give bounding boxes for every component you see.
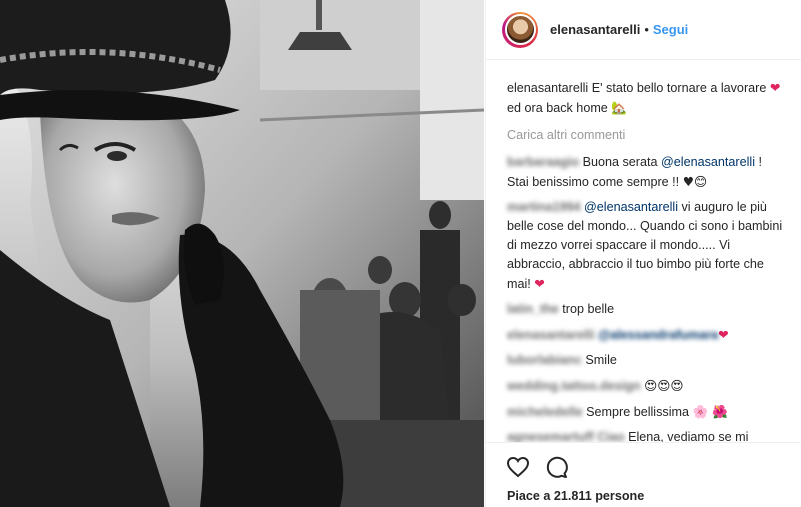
heart-emoji: ❤: [718, 327, 729, 342]
comment-username[interactable]: latin_the: [507, 302, 559, 316]
comment-mention[interactable]: @elenasantarelli: [661, 155, 755, 169]
comment-item: latin_the trop belle: [507, 300, 786, 319]
comment-icon[interactable]: [544, 455, 568, 479]
load-more-comments-link[interactable]: Carica altri commenti: [507, 126, 786, 145]
post-actions: Piace a 21.811 persone: [486, 442, 801, 507]
comment-item: agnesemartuff Ciao Elena, vediamo se mi …: [507, 428, 786, 442]
comment-emoji: ♥😊: [682, 174, 708, 189]
photo-illustration: [0, 0, 484, 507]
comment-item: martina1994 @elenasantarelli vi auguro l…: [507, 198, 786, 294]
comment-text: Smile: [585, 353, 617, 367]
comment-item: luborlabianc Smile: [507, 351, 786, 370]
comment-username[interactable]: martina1994: [507, 200, 581, 214]
post-caption: elenasantarelli E' stato bello tornare a…: [507, 78, 786, 118]
comment-username[interactable]: agnesemartuff Ciao: [507, 430, 625, 442]
comment-text: Sempre bellissima: [586, 405, 693, 419]
comment-item: elenasantarelli @alessandrafumara❤: [507, 325, 786, 345]
heart-emoji: ❤: [769, 80, 781, 95]
comment-username[interactable]: barbaraagio: [507, 155, 579, 169]
comment-emoji: 😍😍😍: [644, 378, 684, 393]
house-emoji: 🏡: [611, 100, 627, 115]
caption-text-a: E' stato bello tornare a lavorare: [591, 81, 770, 95]
comment-mention[interactable]: @alessandrafumara: [598, 328, 718, 342]
post-header: elenasantarelli • Segui: [486, 0, 801, 60]
avatar-image: [504, 14, 536, 45]
comment-username[interactable]: wedding.tattoo.design: [507, 379, 641, 393]
comment-username[interactable]: elenasantarelli: [507, 328, 595, 342]
comment-text: Buona serata: [582, 155, 662, 169]
follow-button[interactable]: Segui: [653, 22, 688, 37]
comment-mention[interactable]: @elenasantarelli: [584, 200, 678, 214]
action-icons: [486, 443, 801, 479]
comment-username[interactable]: luborlabianc: [507, 353, 582, 367]
post-side-panel: elenasantarelli • Segui elenasantarelli …: [485, 0, 801, 507]
caption-username[interactable]: elenasantarelli: [507, 81, 588, 95]
header-username[interactable]: elenasantarelli: [550, 22, 640, 37]
instagram-post: elenasantarelli • Segui elenasantarelli …: [0, 0, 801, 507]
post-photo[interactable]: [0, 0, 484, 507]
caption-text-b: ed ora back home: [507, 101, 612, 115]
likes-count[interactable]: Piace a 21.811 persone: [486, 479, 801, 503]
comment-item: micheledelle Sempre bellissima 🌸 🌺: [507, 402, 786, 422]
header-separator: •: [644, 22, 649, 37]
comment-item: barbaraagio Buona serata @elenasantarell…: [507, 153, 786, 192]
comment-text: trop belle: [562, 302, 615, 316]
comments-list: elenasantarelli E' stato bello tornare a…: [486, 61, 801, 442]
comment-emoji: 🌸 🌺: [692, 404, 728, 419]
heart-emoji: ❤: [534, 276, 545, 291]
comment-item: wedding.tattoo.design 😍😍😍: [507, 376, 786, 396]
avatar[interactable]: [502, 11, 538, 48]
heart-icon[interactable]: [506, 455, 530, 479]
comment-username[interactable]: micheledelle: [507, 405, 583, 419]
